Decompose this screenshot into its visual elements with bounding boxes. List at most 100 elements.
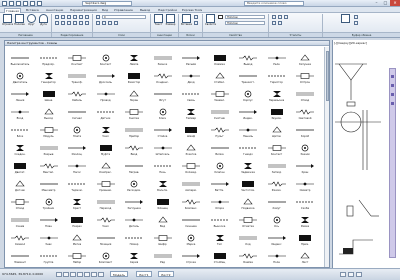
palette-tool-item[interactable]: Резистор [121,72,147,88]
close-button[interactable]: ✕ [390,0,400,6]
osnap-toggle[interactable] [84,272,90,277]
palette-tool-item[interactable]: Хомут [264,198,290,214]
palette-tool-item[interactable]: Комплект [93,252,119,268]
color-dropdown[interactable]: ПоСлою [225,15,265,19]
palette-tool-item[interactable]: Клапан [207,162,233,178]
palette-tool-item[interactable]: Конденс. [150,72,176,88]
palette-tool-item[interactable]: Марка [178,234,204,250]
insert-block-button[interactable]: Вставка [181,14,192,30]
palette-tool-item[interactable]: Шкаф [178,126,204,142]
palette-tool-item[interactable]: Схема [7,216,33,232]
palette-tool-item[interactable]: Фазом. [264,180,290,196]
palette-tool-item[interactable]: Задвижка [235,162,261,178]
palette-tool-item[interactable]: Индик. [235,108,261,124]
palette-tool-item[interactable]: Крест [64,198,90,214]
palette-tool-item[interactable]: Пульт [207,126,233,142]
palette-scrollbar[interactable] [324,47,329,267]
otrack-toggle[interactable] [91,272,97,277]
id-point-icon[interactable] [272,21,276,25]
palette-tool-item[interactable]: Гнездо [235,144,261,160]
palette-tool-item[interactable]: Узел [93,126,119,142]
palette-tool-item[interactable]: Уровнем. [93,180,119,196]
palette-tool-item[interactable]: Скоба [292,198,318,214]
palette-tool-item[interactable]: Щиток [264,126,290,142]
palette-tool-item[interactable]: Кабель [64,90,90,106]
palette-tool-item[interactable]: Провод [93,90,119,106]
palette-tool-item[interactable]: Штепсель [150,144,176,160]
palette-tool-item[interactable]: Генератор [36,72,62,88]
palette-tool-item[interactable]: Прим. [292,234,318,250]
palette-tool-item[interactable]: Муфта [93,144,119,160]
document-tab[interactable]: Чертёж1.dwg [82,1,132,6]
palette-tool-item[interactable]: Тип [207,234,233,250]
palette-tool-item[interactable]: Отвод [7,198,33,214]
palette-tool-item[interactable]: Заглушка [121,198,147,214]
layer-properties-icon[interactable] [96,15,100,19]
palette-tool-item[interactable]: Связь [178,90,204,106]
palette-tool-item[interactable]: Переход [93,198,119,214]
layer-off-icon[interactable] [114,21,118,25]
trim-icon[interactable] [67,15,71,19]
palette-tool-item[interactable]: Двигат. [7,162,33,178]
properties-button[interactable]: Свойства [205,14,216,30]
palette-tool-item[interactable]: Нагрев. [121,162,147,178]
palette-tool-item[interactable]: Группа [36,252,62,268]
grid-toggle[interactable] [63,272,69,277]
palette-tool-item[interactable]: Сигнал [64,108,90,124]
palette-tool-item[interactable]: Разрыв [36,144,62,160]
palette-tool-item[interactable]: Отвод [292,90,318,106]
palette-tool-item[interactable]: Клемма [207,54,233,70]
palette-tool-item[interactable]: Узел [93,216,119,232]
palette-tool-item[interactable]: Выноска [207,216,233,232]
palette-tool-item[interactable]: Амперм. [178,180,204,196]
tab-output[interactable]: Вывод [140,8,150,12]
app-menu-icon[interactable] [2,1,7,6]
linetype-dropdown[interactable]: ПоСлою [225,21,265,25]
palette-tool-item[interactable]: Трансф. [64,72,90,88]
layer-freeze-icon[interactable] [102,21,106,25]
dimension-tool-button[interactable]: Размер [165,14,176,30]
palette-tool-item[interactable]: Расходом. [121,180,147,196]
palette-tool-item[interactable]: Экран [121,90,147,106]
polyline-tool-button[interactable]: Полилиния [14,14,25,30]
quick-select-icon[interactable] [278,21,282,25]
palette-tool-item[interactable]: Омметр [292,180,318,196]
palette-tool-item[interactable]: Компенс. [178,198,204,214]
palette-tool-item[interactable]: Заземл. [207,90,233,106]
tab-parametric[interactable]: Параметризация [70,8,97,12]
palette-tool-item[interactable]: Отметка [235,216,261,232]
mirror-icon[interactable] [79,15,83,19]
tab-layout2[interactable]: Лист2 [158,271,174,277]
palette-tool-item[interactable]: Выход [36,108,62,124]
redo-icon[interactable] [37,1,42,6]
palette-tool-item[interactable]: Вентил. [36,162,62,178]
palette-tool-item[interactable]: Выключатель [7,54,33,70]
palette-tool-item[interactable]: Оптрон [292,72,318,88]
erase-icon[interactable] [73,21,77,25]
pan-icon[interactable] [391,75,394,78]
palette-tool-item[interactable]: Перемычка [264,90,290,106]
palette-tool-item[interactable]: Стабил. [207,72,233,88]
palette-tool-item[interactable]: Вывод [235,54,261,70]
arc-tool-button[interactable]: Дуга [38,14,49,30]
palette-tool-item[interactable]: Модуль [36,126,62,142]
palette-tool-item[interactable]: Лист [292,252,318,268]
tab-manage[interactable]: Управление [114,8,133,12]
palette-tool-item[interactable]: Тройник [36,198,62,214]
palette-tool-item[interactable]: Контакт [64,54,90,70]
palette-tool-item[interactable]: Элемент [7,252,33,268]
palette-tool-item[interactable]: Кнопка [121,108,147,124]
palette-tool-item[interactable]: Фланец [150,198,176,214]
palette-tool-item[interactable]: Тиристор [264,72,290,88]
palette-tool-item[interactable]: Рамка [292,216,318,232]
palette-tool-item[interactable]: Код [235,234,261,250]
viewcube-navbar[interactable] [389,68,396,258]
palette-tool-item[interactable]: Строка [178,252,204,268]
tab-insert[interactable]: Вставка [26,8,39,12]
move-icon[interactable] [55,15,59,19]
palette-tool-item[interactable]: Знак [36,234,62,250]
palette-tool-item[interactable]: Термом. [64,180,90,196]
palette-tool-item[interactable]: Ключ [150,108,176,124]
palette-tool-item[interactable]: Жгут [150,90,176,106]
tab-express-tools[interactable]: Express Tools [182,8,202,12]
